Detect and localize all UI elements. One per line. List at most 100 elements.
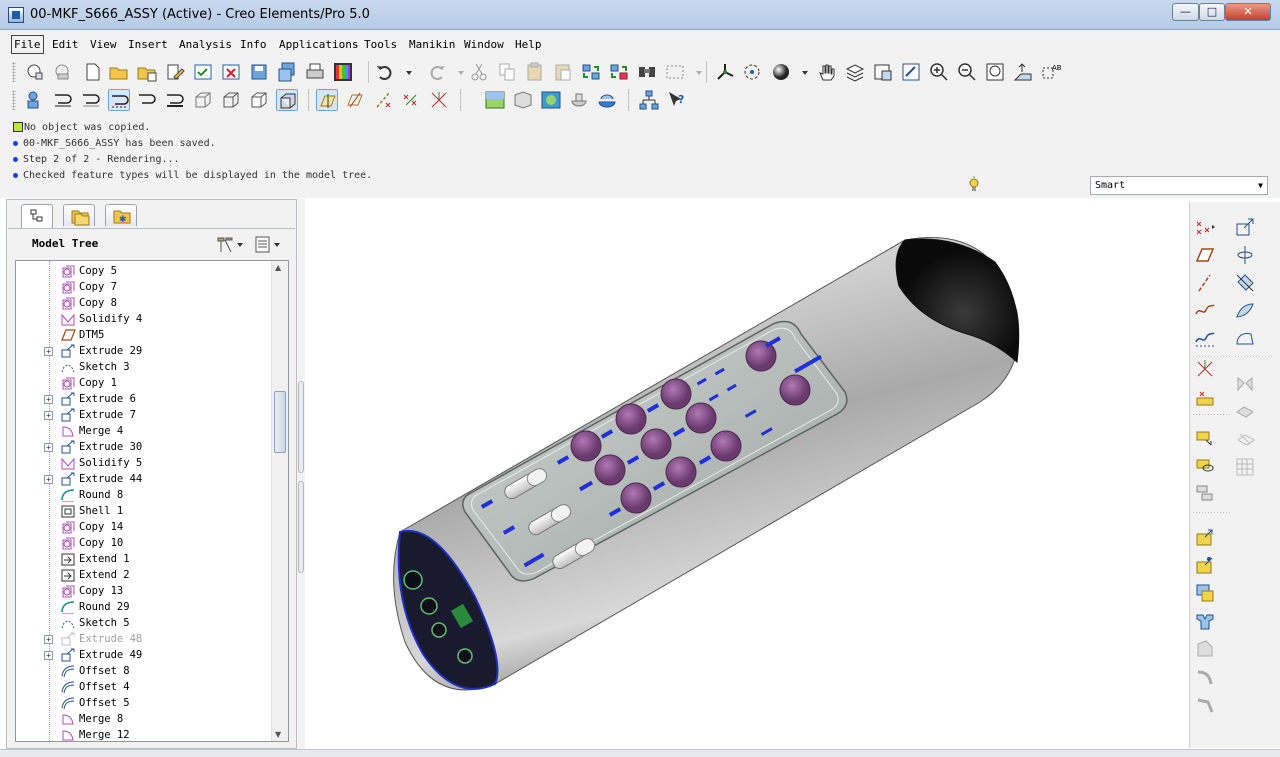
paste-special-icon[interactable] [552, 61, 574, 83]
maximize-button[interactable]: □ [1199, 3, 1225, 21]
rename-icon[interactable] [164, 61, 186, 83]
tree-item[interactable]: + Extrude 29 [16, 343, 270, 359]
no-hidden-icon[interactable] [136, 89, 158, 111]
orient-mode-icon[interactable] [742, 61, 764, 83]
zoom-out-icon[interactable] [956, 61, 978, 83]
save-icon[interactable] [248, 61, 270, 83]
revolve-tool-icon[interactable] [1194, 454, 1216, 476]
shell-tool-icon[interactable] [1194, 554, 1216, 576]
minimize-button[interactable]: — [1172, 3, 1199, 21]
render-window-icon[interactable] [596, 89, 618, 111]
paste-icon[interactable] [524, 61, 546, 83]
expand-icon[interactable]: + [44, 411, 53, 420]
port-hole[interactable] [403, 570, 423, 590]
tree-item[interactable]: Copy 1 [16, 375, 270, 391]
tree-item[interactable]: Shell 1 [16, 503, 270, 519]
tree-item[interactable]: Sketch 3 [16, 359, 270, 375]
keypad-button[interactable] [640, 428, 672, 460]
tree-item[interactable]: Solidify 4 [16, 311, 270, 327]
tree-settings-icon[interactable] [217, 237, 243, 253]
extrude-tool-icon[interactable] [1194, 426, 1216, 448]
tree-item[interactable]: DTM5 [16, 327, 270, 343]
tree-item[interactable]: Merge 8 [16, 711, 270, 727]
scroll-up-icon[interactable]: ▲ [275, 263, 281, 272]
cube-hidden-icon[interactable] [220, 89, 242, 111]
menu-manikin[interactable]: Manikin [409, 38, 455, 51]
appearance-dropdown-icon[interactable] [794, 61, 808, 83]
activate-window-icon[interactable] [192, 61, 214, 83]
pattern-tool-icon[interactable] [1234, 456, 1256, 478]
keypad-button[interactable] [779, 374, 811, 406]
chamfer-tool-icon[interactable] [1194, 666, 1216, 688]
tree-item[interactable]: Offset 4 [16, 679, 270, 695]
keypad-button[interactable] [615, 403, 647, 435]
find-icon[interactable] [636, 61, 658, 83]
select-dropdown-icon[interactable] [688, 61, 702, 83]
tree-item[interactable]: Copy 8 [16, 295, 270, 311]
trim-tool-icon[interactable] [1234, 428, 1256, 450]
axis-tool-icon[interactable] [1194, 272, 1216, 294]
sketched-curve-icon[interactable] [1194, 328, 1216, 350]
tree-item[interactable]: Copy 13 [16, 583, 270, 599]
datum-point-icon[interactable] [400, 89, 422, 111]
datum-axis-icon[interactable] [372, 89, 394, 111]
expand-icon[interactable]: + [44, 443, 53, 452]
open-recent-icon[interactable] [136, 61, 158, 83]
draft-tool-icon[interactable] [1194, 610, 1216, 632]
menu-insert[interactable]: Insert [128, 38, 168, 51]
tree-item[interactable]: Merge 12 [16, 727, 270, 741]
shaded-icon[interactable] [276, 89, 298, 111]
tree-item[interactable]: Copy 14 [16, 519, 270, 535]
saved-views-icon[interactable] [900, 61, 922, 83]
wireframe-icon[interactable] [80, 89, 102, 111]
select-box-icon[interactable] [664, 61, 686, 83]
mirror-icon[interactable] [1234, 372, 1256, 394]
reorient-icon[interactable] [1012, 61, 1034, 83]
expand-icon[interactable]: + [44, 395, 53, 404]
tree-item[interactable]: + Extrude 6 [16, 391, 270, 407]
port-hole[interactable] [457, 648, 473, 664]
shading-edges-icon[interactable] [164, 89, 186, 111]
status-lightbulb-icon[interactable] [968, 176, 980, 194]
model-tree-structure-icon[interactable] [638, 89, 660, 111]
new-icon[interactable] [82, 61, 104, 83]
port-hole[interactable] [431, 622, 447, 638]
tree-item[interactable]: + Extrude 49 [16, 647, 270, 663]
keypad-button[interactable] [665, 456, 697, 488]
csys-display-icon[interactable] [428, 89, 450, 111]
tree-scrollbar[interactable]: ▲ ▼ [271, 261, 288, 741]
erase-icon[interactable] [52, 61, 74, 83]
redo-icon[interactable] [426, 61, 448, 83]
merge-tool-icon[interactable] [1234, 400, 1256, 422]
hole-tool-icon[interactable] [1194, 526, 1216, 548]
panel-splitter[interactable] [297, 199, 305, 749]
datum-axis-display-icon[interactable] [344, 89, 366, 111]
named-views-icon[interactable]: AB [1040, 61, 1062, 83]
pan-icon[interactable] [816, 61, 838, 83]
keypad-button[interactable] [594, 454, 626, 486]
keypad-button[interactable] [710, 430, 742, 462]
render-room-icon[interactable] [512, 89, 534, 111]
tree-columns-icon[interactable] [255, 236, 280, 253]
cube-nohidden-icon[interactable] [248, 89, 270, 111]
expand-icon[interactable]: + [44, 651, 53, 660]
expand-icon[interactable]: + [44, 347, 53, 356]
splitter-handle[interactable] [298, 481, 304, 573]
selection-filter-select[interactable]: Smart ▼ [1090, 176, 1268, 195]
surface-trim-icon[interactable] [1234, 272, 1256, 294]
zoom-in-icon[interactable] [928, 61, 950, 83]
graphics-window[interactable] [305, 202, 1189, 748]
tree-item[interactable]: + Extrude 30 [16, 439, 270, 455]
keypad-button[interactable] [660, 378, 692, 410]
tree-item[interactable]: Offset 5 [16, 695, 270, 711]
csys-tool-icon[interactable] [1194, 358, 1216, 380]
undo-dropdown-icon[interactable] [398, 61, 412, 83]
close-window-icon[interactable] [220, 61, 242, 83]
print-icon[interactable] [304, 61, 326, 83]
regen-manager-icon[interactable] [608, 61, 630, 83]
scroll-down-icon[interactable]: ▼ [275, 730, 281, 739]
color-appearance-icon[interactable] [332, 61, 354, 83]
render-setup-icon[interactable] [568, 89, 590, 111]
tree-item[interactable]: Sketch 5 [16, 615, 270, 631]
open-icon[interactable] [108, 61, 130, 83]
